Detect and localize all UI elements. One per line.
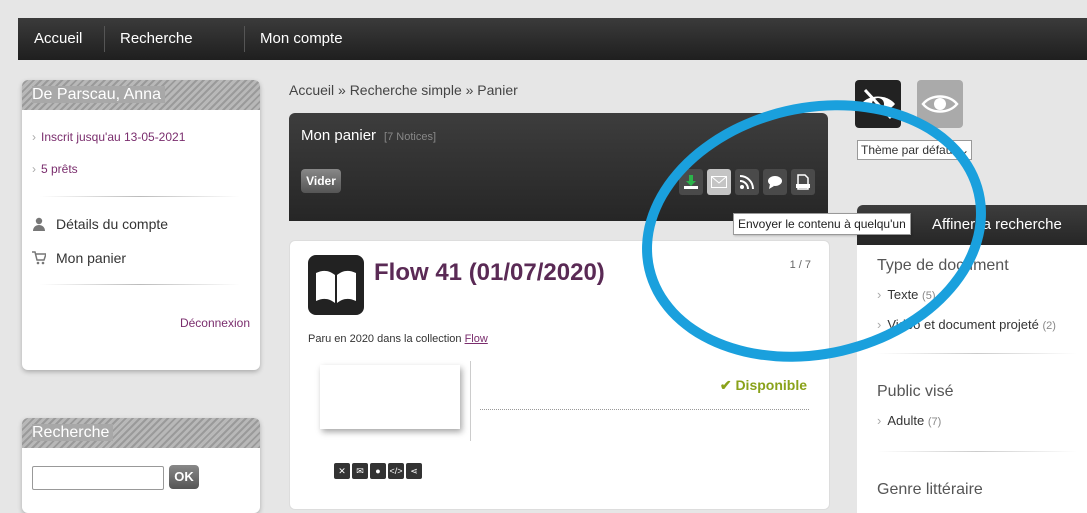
high-contrast-eye-icon[interactable]: [855, 80, 901, 128]
search-ok-button[interactable]: OK: [169, 465, 199, 489]
mail-icon[interactable]: ✉: [352, 463, 368, 479]
account-details-link[interactable]: Détails du compte: [32, 216, 168, 232]
nav-recherche[interactable]: Recherche: [120, 18, 193, 60]
divider: [40, 196, 240, 197]
notice-card: Flow 41 (01/07/2020) 1 / 7 Paru en 2020 …: [289, 240, 830, 510]
remove-from-cart-icon[interactable]: ✕: [334, 463, 350, 479]
search-card-title: Recherche: [32, 424, 114, 441]
user-icon: [33, 217, 45, 231]
breadcrumb: Accueil » Recherche simple » Panier: [289, 82, 518, 98]
dotted-divider: [480, 409, 809, 410]
mail-icon[interactable]: [707, 169, 731, 195]
user-name: De Parscau, Anna: [32, 86, 165, 103]
facet-item[interactable]: Texte (5): [877, 287, 936, 302]
facet-group-title: Type de document: [877, 257, 1009, 274]
availability-label: Disponible: [735, 377, 807, 393]
nav-mon-compte[interactable]: Mon compte: [260, 18, 343, 60]
notice-title[interactable]: Flow 41 (01/07/2020): [374, 259, 605, 287]
comment-icon[interactable]: ●: [370, 463, 386, 479]
loans-link[interactable]: 5 prêts: [32, 162, 78, 176]
notice-thumbnail[interactable]: [320, 365, 460, 429]
print-icon[interactable]: [791, 169, 815, 195]
embed-icon[interactable]: </>: [388, 463, 404, 479]
account-details-label: Détails du compte: [56, 216, 169, 232]
nav-divider: [104, 26, 105, 52]
empty-cart-button[interactable]: Vider: [301, 169, 341, 193]
search-card-header: Recherche: [22, 418, 260, 448]
search-card: Recherche OK: [22, 418, 260, 513]
notice-description: Paru en 2020 dans la collection Flow: [308, 333, 488, 345]
cart-title-text: Mon panier: [301, 127, 377, 144]
theme-select[interactable]: Thème par défaut ⌄: [857, 140, 972, 160]
cart-panel: Mon panier [7 Notices] Vider: [289, 113, 828, 221]
cart-title: Mon panier [7 Notices]: [301, 127, 436, 144]
facet-item[interactable]: Vidéo et document projeté (2): [877, 317, 1056, 332]
comment-icon[interactable]: [763, 169, 787, 195]
download-icon[interactable]: [679, 169, 703, 195]
send-content-tooltip: Envoyer le contenu à quelqu'un: [733, 213, 911, 235]
user-account-card: De Parscau, Anna Inscrit jusqu'au 13-05-…: [22, 80, 260, 370]
my-cart-link[interactable]: Mon panier: [32, 250, 126, 266]
search-input[interactable]: [32, 466, 164, 490]
divider: [877, 451, 1077, 452]
facet-panel: Type de document Texte (5) Vidéo et docu…: [857, 245, 1087, 513]
facet-item[interactable]: Adulte (7): [877, 413, 941, 428]
facet-group-title: Genre littéraire: [877, 481, 983, 498]
logout-link[interactable]: Déconnexion: [180, 316, 250, 330]
nav-divider: [244, 26, 245, 52]
collection-link[interactable]: Flow: [465, 333, 488, 345]
my-cart-label: Mon panier: [56, 250, 127, 266]
notice-desc-prefix: Paru en 2020 dans la collection: [308, 333, 465, 345]
facet-item-label: Adulte: [887, 413, 925, 428]
cart-icon: [32, 251, 46, 265]
divider: [40, 284, 240, 285]
rss-icon[interactable]: [735, 169, 759, 195]
right-sidebar: Thème par défaut ⌄ Affiner la recherche …: [845, 60, 1087, 513]
facet-item-label: Vidéo et document projeté: [887, 317, 1039, 332]
share-icon[interactable]: ⋖: [406, 463, 422, 479]
facet-group-title: Public visé: [877, 383, 954, 400]
checkmark-icon: ✔: [719, 377, 732, 393]
nav-accueil[interactable]: Accueil: [34, 18, 82, 60]
cart-count: [7 Notices]: [384, 131, 437, 143]
facet-item-count: (5): [922, 290, 936, 302]
facet-item-label: Texte: [887, 287, 919, 302]
user-card-header: De Parscau, Anna: [22, 80, 260, 110]
divider: [877, 353, 1077, 354]
chevron-down-icon: ⌄: [959, 143, 970, 157]
facet-item-count: (2): [1042, 320, 1056, 332]
availability-status: ✔ Disponible: [720, 377, 807, 394]
default-eye-icon[interactable]: [917, 80, 963, 128]
notice-page-counter: 1 / 7: [789, 259, 811, 271]
theme-select-value: Thème par défaut: [861, 143, 956, 157]
facet-item-count: (7): [927, 416, 942, 428]
top-nav-bar: Accueil Recherche Mon compte: [18, 18, 1087, 60]
registration-info-link[interactable]: Inscrit jusqu'au 13-05-2021: [32, 130, 185, 144]
divider: [470, 361, 471, 441]
book-icon: [308, 255, 364, 315]
